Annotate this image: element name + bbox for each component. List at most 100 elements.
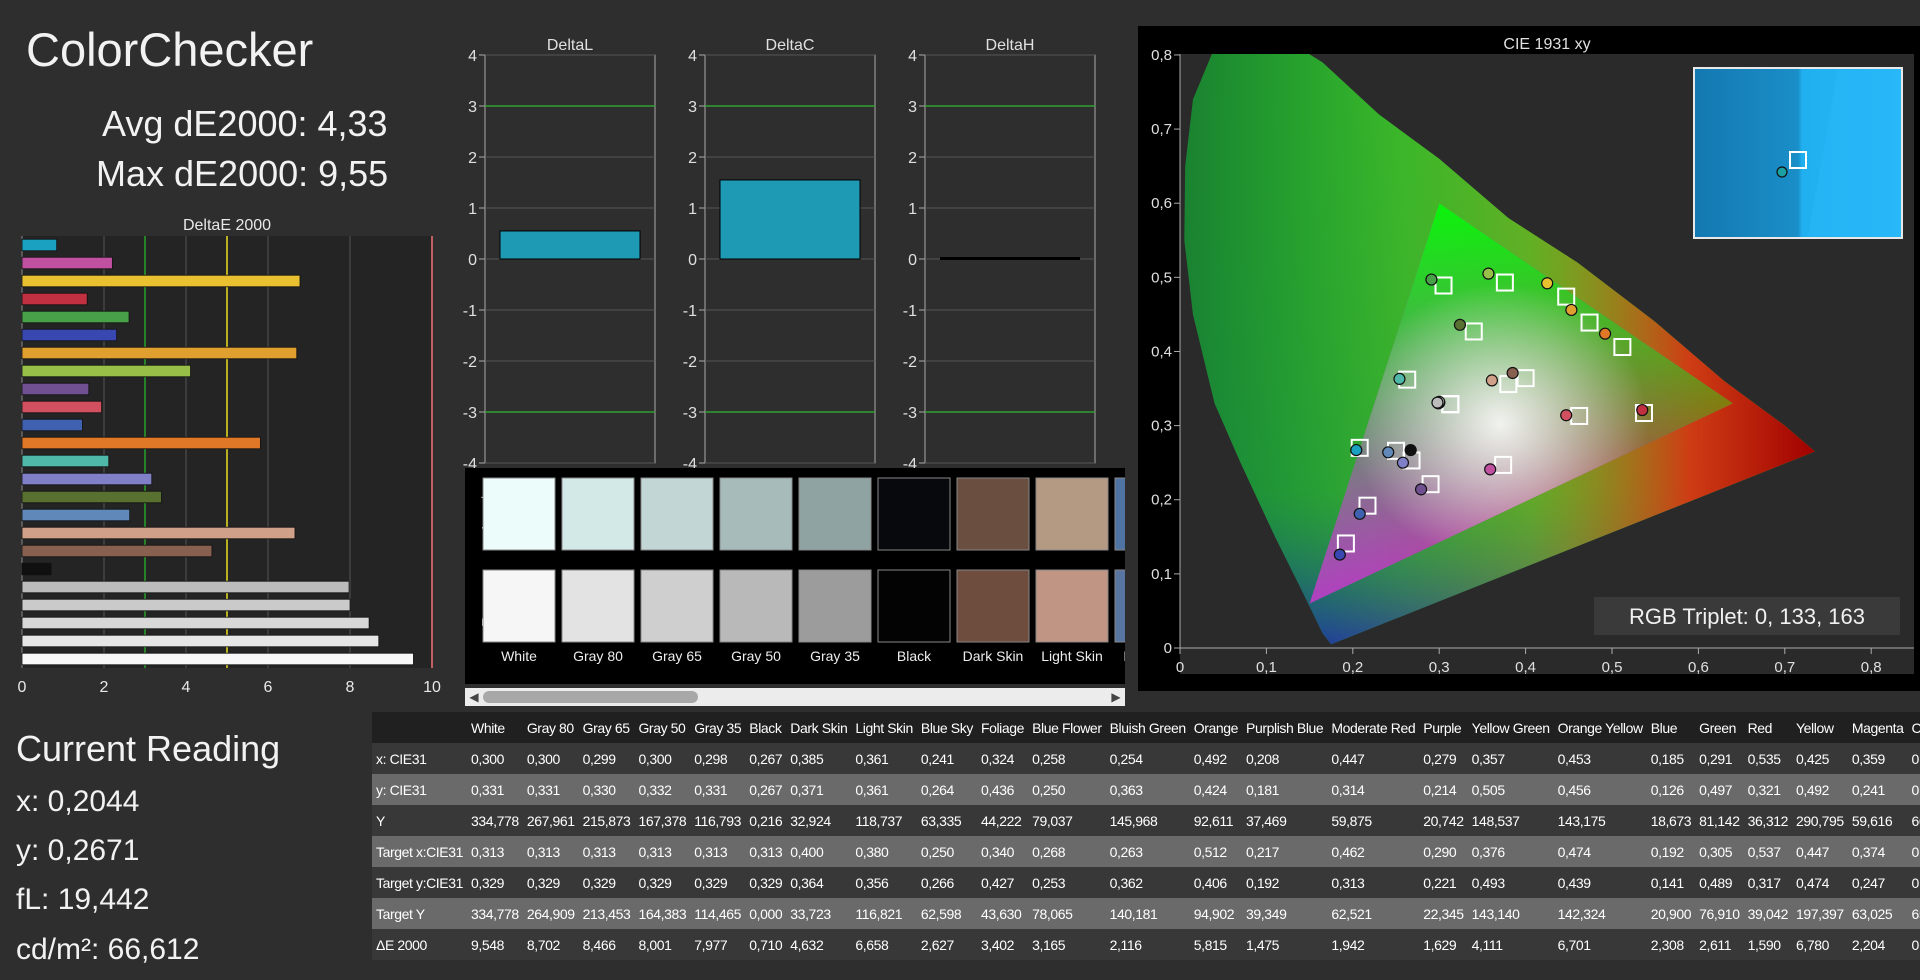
table-cell: 9,548 — [471, 936, 505, 953]
table-cell: 0,247 — [1851, 874, 1885, 891]
table-header-cell: Purple — [1423, 719, 1462, 736]
table-cell: 143,175 — [1557, 812, 1606, 829]
cie-y-tick-label: 0,8 — [1151, 47, 1172, 64]
table-cell: 0,279 — [1423, 750, 1457, 767]
table-row: Target y:CIE31 0,329 0,329 0,329 0,329 0,329 0… — [372, 867, 1920, 898]
table-cell: 0,331 — [471, 781, 505, 798]
table-header-cell: Foliage — [980, 719, 1025, 736]
deltae-bar: Yellow Green — [21, 364, 191, 378]
deltae-bar: Foliage — [21, 490, 162, 504]
deltae-bar: Blue Sky — [21, 508, 131, 522]
deltae-bar: Orange — [21, 436, 261, 450]
deltae-tick-label: 0 — [18, 679, 27, 696]
table-cell: 33,723 — [790, 905, 831, 922]
swatch-panel: Actual Target WhiteGray 80Gray 65Gray 50… — [465, 468, 1125, 684]
cie-x-tick-label: 0,7 — [1774, 659, 1795, 676]
table-cell: 0,204 — [1911, 750, 1920, 767]
delta-tick-label: 0 — [468, 252, 477, 269]
table-header-cell: Gray 80 — [526, 719, 574, 736]
table-cell: 59,875 — [1331, 812, 1372, 829]
table-cell: 0,512 — [1193, 843, 1227, 860]
table-cell: 62,521 — [1331, 905, 1372, 922]
table-cell: 0,298 — [694, 750, 728, 767]
cie-actual-marker — [1353, 507, 1366, 520]
table-cell: 264,909 — [526, 905, 575, 922]
scroll-right-arrow[interactable]: ▶ — [1107, 688, 1125, 706]
delta-tick-label: 1 — [468, 201, 477, 218]
table-cell: 7,977 — [694, 936, 728, 953]
table-cell: 76,910 — [1699, 905, 1740, 922]
swatch-label: Gray 35 — [810, 648, 860, 664]
swatch-label: Gray 50 — [731, 648, 781, 664]
cie-y-tick-label: 0,5 — [1151, 269, 1172, 286]
table-cell: 0,267 — [749, 781, 783, 798]
cie-actual-marker — [1333, 548, 1346, 561]
deltae-bar: Cyan — [21, 238, 58, 252]
table-cell: 0,266 — [920, 874, 954, 891]
table-cell: 0,505 — [1471, 781, 1505, 798]
table-cell: 2,611 — [1699, 936, 1732, 953]
cie-x-tick-label: 0 — [1176, 659, 1184, 676]
table-cell: 8,001 — [638, 936, 672, 953]
table-cell: 0,489 — [1699, 874, 1733, 891]
scroll-left-arrow[interactable]: ◀ — [465, 688, 483, 706]
table-header-cell: Blue Flower — [1032, 719, 1102, 736]
max-de2000-label: Max dE2000: 9,55 — [96, 153, 389, 194]
table-cell: 0,331 — [526, 781, 560, 798]
table-cell: 0,208 — [1911, 843, 1920, 860]
table-cell: 0,329 — [471, 874, 505, 891]
table-row-label: Y — [376, 812, 385, 829]
cie-actual-marker — [1453, 318, 1467, 331]
delta-tick-label: -1 — [463, 303, 477, 320]
table-cell: 0,710 — [749, 936, 783, 953]
delta-tick-label: -3 — [463, 405, 477, 422]
table-row: x: CIE31 0,300 0,300 0,299 0,300 0,298 0,267 0,… — [372, 743, 1920, 774]
table-header-cell: Red — [1747, 719, 1773, 736]
cie-actual-marker — [1350, 443, 1363, 457]
deltae-bar: Magenta — [21, 256, 113, 270]
cie-actual-marker — [1414, 483, 1428, 496]
delta-lch-charts: DeltaL43210-1-2-3-4DeltaC43210-1-2-3-4De… — [463, 37, 1096, 470]
table-header-cell: Gray 65 — [582, 719, 630, 736]
table-cell: 0,846 — [1911, 936, 1920, 953]
deltae-bar: Gray 65 — [21, 616, 370, 630]
table-header-cell: Black — [749, 719, 782, 736]
table-cell: 6,701 — [1557, 936, 1591, 953]
delta-tick-label: -2 — [683, 354, 697, 371]
table-cell: 0,313 — [1331, 874, 1365, 891]
table-row-label: Target x:CIE31 — [376, 843, 463, 860]
table-cell: 0,332 — [638, 781, 672, 798]
table-cell: 0,424 — [1193, 781, 1227, 798]
table-cell: 36,312 — [1747, 812, 1789, 829]
cie-x-tick-label: 0,8 — [1861, 659, 1882, 676]
table-row: Y 334,778 267,961 215,873 167,378 116,793 0,21… — [372, 805, 1920, 836]
table-cell: 66,612 — [1911, 812, 1920, 829]
delta-bar — [719, 179, 861, 260]
cie-actual-marker — [1484, 463, 1497, 476]
table-cell: 0,329 — [694, 874, 728, 891]
table-cell: 0,462 — [1331, 843, 1365, 860]
table-cell: 8,466 — [582, 936, 616, 953]
current-reading-title: Current Reading — [16, 728, 281, 769]
deltae-bar: Blue — [21, 328, 118, 342]
table-cell: 20,742 — [1423, 812, 1464, 829]
rgb-triplet-label: RGB Triplet: 0, 133, 163 — [1629, 604, 1865, 629]
table-header-cell: Green — [1699, 719, 1737, 736]
scroll-thumb[interactable] — [483, 691, 698, 703]
deltae-bar: Gray 35 — [21, 580, 350, 594]
table-cell: 164,383 — [638, 905, 687, 922]
table-cell: 0,361 — [855, 781, 889, 798]
table-cell: 1,629 — [1423, 936, 1457, 953]
table-cell: 0,321 — [1747, 781, 1781, 798]
table-row: ΔE 2000 9,548 8,702 8,466 8,001 7,977 0,710 4,6… — [372, 929, 1920, 960]
table-cell: 0,400 — [790, 843, 824, 860]
deltae-bar: Purplish Blue — [21, 418, 83, 432]
table-cell: 0,425 — [1796, 750, 1830, 767]
deltae-bar: White — [21, 652, 414, 666]
table-cell: 0,300 — [471, 750, 505, 767]
swatch-target — [877, 569, 951, 643]
table-cell: 0,300 — [526, 750, 560, 767]
table-cell: 39,042 — [1747, 905, 1789, 922]
deltae-bar: Blue Flower — [21, 472, 153, 486]
table-cell: 0,254 — [1109, 750, 1143, 767]
